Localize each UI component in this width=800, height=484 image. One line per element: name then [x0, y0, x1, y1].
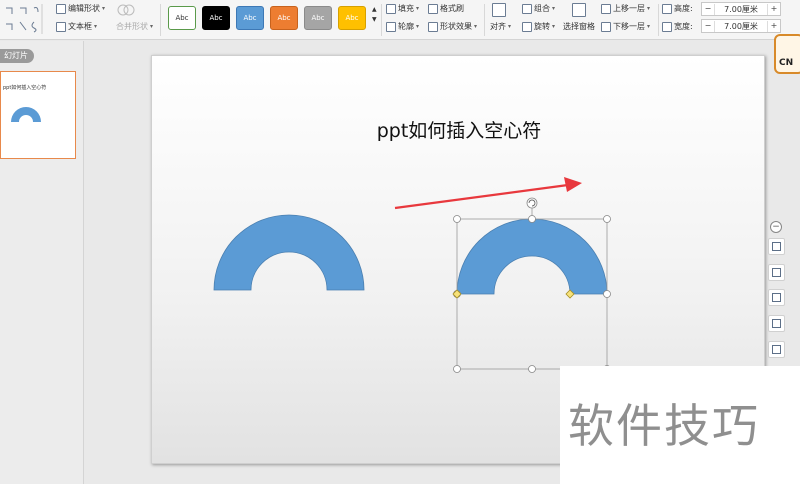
style-preset-4[interactable]: Abc: [270, 6, 298, 30]
thumbnail-arc-shape: [11, 107, 41, 122]
merge-shape-button[interactable]: 合并形状 ▾: [116, 21, 153, 32]
width-decrease-button[interactable]: −: [702, 20, 714, 32]
watermark: 软件技巧: [560, 366, 800, 484]
height-decrease-button[interactable]: −: [702, 3, 714, 15]
edit-shape-icon: [56, 3, 66, 14]
rotate-button[interactable]: 旋转 ▾: [522, 21, 555, 32]
height-stepper[interactable]: − 7.00厘米 +: [701, 2, 781, 16]
layers-icon[interactable]: [768, 238, 785, 255]
width-stepper[interactable]: − 7.00厘米 +: [701, 19, 781, 33]
width-icon: [662, 21, 672, 32]
bring-forward-button[interactable]: 上移一层 ▾: [601, 3, 650, 14]
gallery-down-icon[interactable]: ▼: [372, 16, 377, 23]
paint-bucket-icon: [386, 3, 396, 14]
width-input[interactable]: 7.00厘米: [714, 20, 768, 32]
slide-thumbnail-panel: 幻灯片 ppt如何插入空心符: [0, 41, 84, 484]
pen-icon[interactable]: [768, 264, 785, 281]
align-button[interactable]: 对齐 ▾: [490, 21, 511, 32]
site-logo: CN: [774, 34, 800, 74]
style-preset-3[interactable]: Abc: [236, 6, 264, 30]
send-backward-button[interactable]: 下移一层 ▾: [601, 21, 650, 32]
text-box-button[interactable]: 文本框 ▾: [56, 21, 97, 32]
picture-icon[interactable]: [768, 341, 785, 358]
fill-bucket-icon[interactable]: [768, 289, 785, 306]
collapse-icon[interactable]: −: [770, 221, 782, 233]
rotate-handle-icon[interactable]: [526, 197, 538, 209]
outline-button[interactable]: 轮廓 ▾: [386, 21, 419, 32]
outline-icon: [386, 21, 396, 32]
width-increase-button[interactable]: +: [768, 20, 780, 32]
group-button[interactable]: 组合 ▾: [522, 3, 555, 14]
ribbon-divider: [381, 4, 382, 36]
block-arc-shape-left[interactable]: [213, 214, 365, 291]
slide-thumbnail[interactable]: ppt如何插入空心符: [0, 71, 76, 159]
merge-shape-icon: [116, 3, 136, 17]
red-arrow-shape[interactable]: [394, 177, 582, 210]
height-input[interactable]: 7.00厘米: [714, 3, 768, 15]
shape-gallery[interactable]: [2, 2, 46, 36]
format-painter-icon: [428, 3, 438, 14]
gallery-up-icon[interactable]: ▲: [372, 6, 377, 13]
selection-pane-icon: [572, 3, 586, 17]
ribbon-toolbar: 编辑形状 ▾ 文本框 ▾ 合并形状 ▾ Abc Abc Abc Abc Abc Abc ▲ ▼ …: [0, 0, 800, 40]
border-icon[interactable]: [768, 315, 785, 332]
height-icon: [662, 3, 672, 14]
style-preset-5[interactable]: Abc: [304, 6, 332, 30]
selection-pane-button[interactable]: 选择窗格: [563, 21, 595, 32]
rotate-icon: [522, 21, 532, 32]
group-icon: [522, 3, 532, 14]
tab-slides[interactable]: 幻灯片: [0, 49, 34, 63]
ribbon-divider: [484, 4, 485, 36]
shape-effects-icon: [428, 21, 438, 32]
ribbon-divider: [658, 4, 659, 36]
style-preset-2[interactable]: Abc: [202, 6, 230, 30]
bring-forward-icon: [601, 3, 611, 14]
fill-button[interactable]: 填充 ▾: [386, 3, 419, 14]
style-preset-1[interactable]: Abc: [168, 6, 196, 30]
text-box-icon: [56, 21, 66, 32]
edit-shape-button[interactable]: 编辑形状 ▾: [56, 3, 105, 14]
thumbnail-title: ppt如何插入空心符: [3, 85, 47, 91]
style-preset-6[interactable]: Abc: [338, 6, 366, 30]
format-painter-button[interactable]: 格式刷: [428, 3, 464, 14]
height-label: 高度:: [662, 3, 693, 14]
height-increase-button[interactable]: +: [768, 3, 780, 15]
align-icon: [492, 3, 506, 17]
send-backward-icon: [601, 21, 611, 32]
width-label: 宽度:: [662, 21, 693, 32]
shape-effects-button[interactable]: 形状效果 ▾: [428, 21, 477, 32]
ribbon-divider: [160, 4, 161, 36]
block-arc-shape-selected[interactable]: [456, 218, 608, 295]
